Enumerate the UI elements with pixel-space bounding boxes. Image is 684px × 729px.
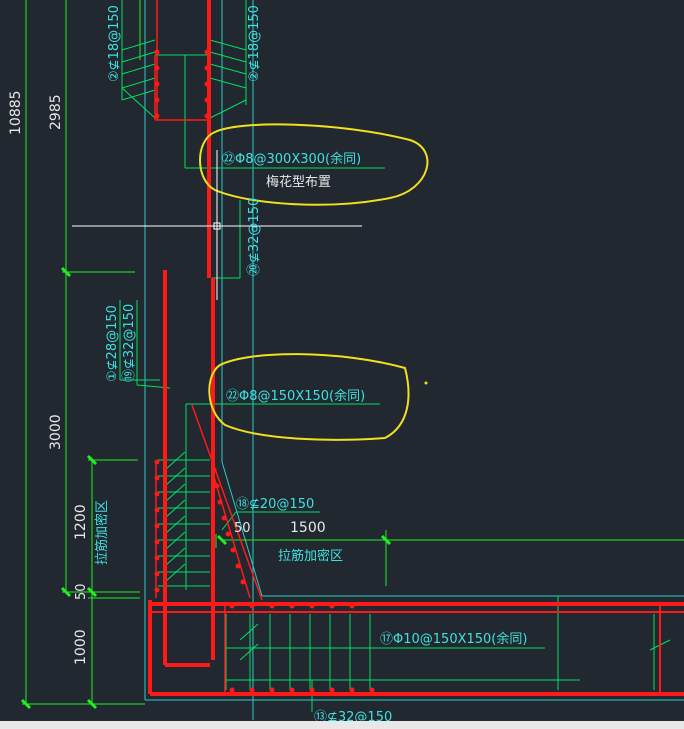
label-zone-v: 拉筋加密区 [94, 500, 110, 565]
dim-h-span: 1500 [290, 520, 326, 536]
label-tie-2: ㉒Φ8@150X150(余同) [226, 388, 365, 404]
dim-zone: 1200 [73, 504, 89, 540]
dim-upper: 2985 [48, 94, 64, 130]
crosshair-cursor-icon [72, 150, 362, 300]
label-top-left-rebar: ②⊈18@150 [107, 5, 122, 82]
label-top-right-rebar: ②⊈18@150 [247, 5, 262, 82]
label-rebar-18: ⑱⊈20@150 [236, 497, 314, 512]
dim-offset: 50 [74, 583, 89, 600]
cad-drawing-canvas[interactable]: 10885 2985 3000 1200 50 1000 50 1500 ②⊈1… [0, 0, 684, 729]
dim-h-offset: 50 [234, 521, 251, 536]
label-plum-tie: ㉒Φ8@300X300(余同) [222, 151, 361, 167]
label-wall-rebar-20: ⑳⊈32@150 [247, 198, 262, 276]
annotations: 10885 2985 3000 1200 50 1000 50 1500 ②⊈1… [8, 5, 527, 725]
yellow-marker-dot [424, 381, 428, 385]
label-slab-tie-17: ⑰Φ10@150X150(余同) [380, 631, 527, 647]
dim-total-height: 10885 [8, 90, 24, 135]
label-left-rebar-1: ①⊈28@150 [105, 305, 120, 382]
label-zone-h: 拉筋加密区 [278, 548, 343, 564]
label-left-rebar-19: ⑲⊈32@150 [122, 304, 137, 382]
status-strip [0, 721, 684, 729]
dim-middle: 3000 [48, 414, 64, 450]
rebar-lines [148, 0, 684, 696]
label-plum-tie-sub: 梅花型布置 [266, 174, 331, 190]
dim-bottom: 1000 [73, 629, 89, 665]
